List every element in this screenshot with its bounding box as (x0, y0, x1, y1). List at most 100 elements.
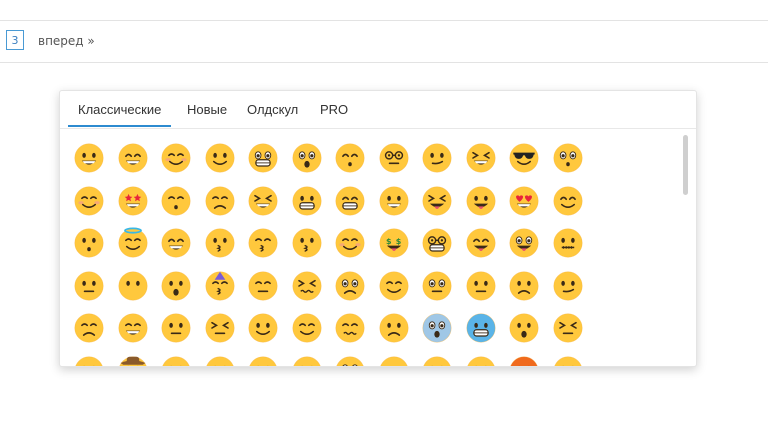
yum-icon (466, 228, 495, 258)
flushed-icon (553, 143, 582, 173)
cold-emoji[interactable] (464, 311, 498, 345)
sad-sweat-emoji[interactable] (203, 184, 237, 218)
shush-emoji[interactable] (464, 269, 498, 303)
smirk-emoji[interactable] (551, 269, 585, 303)
cowboy-emoji[interactable] (116, 354, 150, 366)
party-emoji[interactable] (203, 269, 237, 303)
kiss-heart-emoji[interactable] (290, 226, 324, 260)
scream-emoji[interactable] (420, 311, 454, 345)
thinking-emoji[interactable] (420, 141, 454, 175)
worried-emoji[interactable] (507, 269, 541, 303)
relieved-emoji[interactable] (333, 226, 367, 260)
halo-emoji[interactable] (116, 226, 150, 260)
grin-teeth-icon (292, 186, 321, 215)
neutral-emoji[interactable] (72, 269, 106, 303)
grin-emoji[interactable] (72, 141, 106, 175)
confounded-emoji[interactable] (290, 269, 324, 303)
pleading-emoji[interactable] (333, 269, 367, 303)
emoji-grid: $ $ (72, 141, 682, 366)
grimace-emoji[interactable] (246, 141, 280, 175)
thinking-icon (422, 143, 452, 173)
face-j-emoji[interactable] (551, 354, 585, 366)
neutral-icon (74, 271, 104, 300)
confounded-icon (292, 271, 321, 300)
heart-eyes-emoji[interactable] (507, 184, 541, 218)
nerd-icon (422, 228, 452, 258)
no-mouth-emoji[interactable] (116, 269, 150, 303)
tongue-wink-icon (422, 186, 452, 215)
kiss-emoji[interactable] (203, 226, 237, 260)
monocle-emoji[interactable] (377, 141, 411, 175)
big-grin-emoji[interactable] (377, 184, 411, 218)
persevere-emoji[interactable] (551, 311, 585, 345)
next-page-link[interactable]: вперед » (38, 34, 95, 48)
hushed-emoji[interactable] (72, 226, 106, 260)
zany-laugh-emoji[interactable] (464, 141, 498, 175)
crazy-icon (509, 228, 539, 258)
thermometer-emoji[interactable] (159, 311, 193, 345)
tongue-emoji[interactable] (464, 184, 498, 218)
hand-mouth-emoji[interactable] (333, 141, 367, 175)
anxious-emoji[interactable] (507, 311, 541, 345)
hug-emoji[interactable] (551, 184, 585, 218)
sunglasses-emoji[interactable] (507, 141, 541, 175)
love-emoji[interactable] (290, 311, 324, 345)
blush-emoji[interactable] (159, 141, 193, 175)
slight-frown-emoji[interactable] (377, 311, 411, 345)
scrollbar-thumb[interactable] (683, 135, 688, 195)
tab-new[interactable]: Новые (187, 102, 227, 117)
monocle-icon (379, 143, 408, 173)
yum-emoji[interactable] (464, 226, 498, 260)
woozy-emoji[interactable] (333, 311, 367, 345)
crazy-emoji[interactable] (507, 226, 541, 260)
tab-oldschool[interactable]: Олдскул (247, 102, 298, 117)
joy-tears-emoji[interactable] (159, 226, 193, 260)
content-emoji[interactable] (377, 269, 411, 303)
squint-grin-emoji[interactable] (246, 184, 280, 218)
zipper-emoji[interactable] (551, 226, 585, 260)
tongue-wink-emoji[interactable] (420, 184, 454, 218)
face-f-emoji[interactable] (333, 354, 367, 366)
cowboy-icon (118, 356, 147, 366)
face-d-emoji[interactable] (246, 354, 280, 366)
rolling-eyes-emoji[interactable] (420, 269, 454, 303)
tab-classic[interactable]: Классические (67, 102, 172, 127)
star-eyes-emoji[interactable] (116, 184, 150, 218)
money-emoji[interactable]: $ $ (377, 226, 411, 260)
page-number-button[interactable]: 3 (6, 30, 24, 50)
pensive-emoji[interactable] (246, 269, 280, 303)
upside-down-emoji[interactable] (246, 311, 280, 345)
sleepy-emoji[interactable] (159, 184, 193, 218)
beam-emoji[interactable] (333, 184, 367, 218)
astonished-emoji[interactable] (290, 141, 324, 175)
face-e-icon (292, 356, 321, 366)
flushed-emoji[interactable] (551, 141, 585, 175)
smile-blush-emoji[interactable] (72, 184, 106, 218)
sunglasses-icon (509, 143, 539, 173)
angry-emoji[interactable] (507, 354, 541, 366)
face-i-emoji[interactable] (464, 354, 498, 366)
nerd-emoji[interactable] (420, 226, 454, 260)
face-h-emoji[interactable] (420, 354, 454, 366)
open-mouth-icon (161, 271, 191, 300)
smile-icon (205, 143, 234, 173)
open-mouth-emoji[interactable] (159, 269, 193, 303)
face-a-emoji[interactable] (72, 354, 106, 366)
laugh-emoji[interactable] (116, 141, 150, 175)
astonished-icon (292, 143, 321, 173)
shush-icon (466, 271, 495, 300)
face-b-emoji[interactable] (159, 354, 193, 366)
grin-teeth-emoji[interactable] (290, 184, 324, 218)
svg-text:$: $ (386, 237, 392, 246)
cold-sweat-emoji[interactable] (116, 311, 150, 345)
steam-emoji[interactable] (203, 311, 237, 345)
downcast-sweat-emoji[interactable] (72, 311, 106, 345)
face-c-emoji[interactable] (203, 354, 237, 366)
face-g-emoji[interactable] (377, 354, 411, 366)
smile-emoji[interactable] (203, 141, 237, 175)
tab-pro[interactable]: PRO (320, 102, 348, 117)
kiss-smile-emoji[interactable] (246, 226, 280, 260)
scream-icon (422, 313, 452, 343)
face-e-emoji[interactable] (290, 354, 324, 366)
anxious-icon (509, 313, 539, 343)
